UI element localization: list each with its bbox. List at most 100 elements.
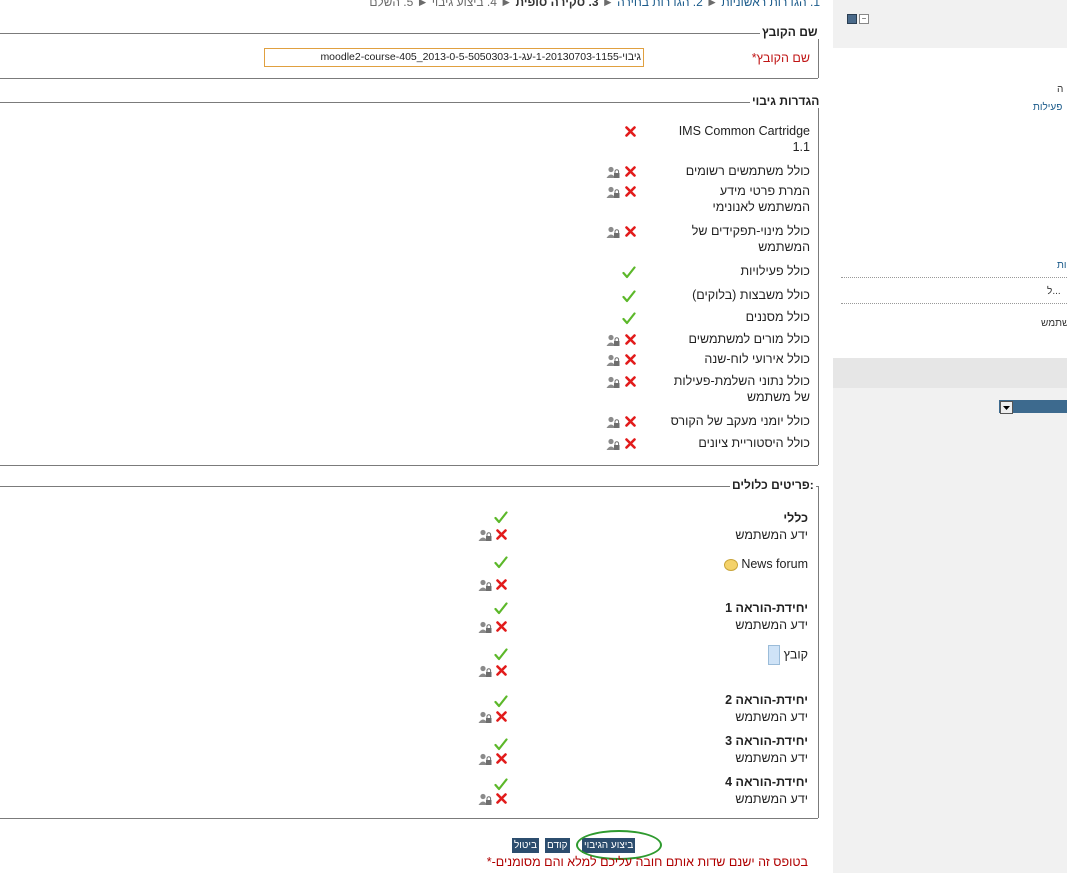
included-title: יחידת-הוראה 1 xyxy=(725,601,808,615)
checkmark-icon xyxy=(622,266,636,279)
user-lock-icon xyxy=(606,334,620,347)
user-lock-icon xyxy=(606,166,620,179)
forum-icon xyxy=(723,558,738,571)
checkmark-icon xyxy=(494,648,508,661)
side-text-a: ה xyxy=(1057,84,1064,95)
side-panel-content xyxy=(833,48,1067,358)
checkmark-icon xyxy=(494,556,508,569)
filename-label-row: שם הקובץ* xyxy=(700,50,810,66)
side-block-header xyxy=(833,358,1067,388)
included-title: יחידת-הוראה 3 xyxy=(725,734,808,748)
close-icon xyxy=(496,579,507,590)
breadcrumb-separator: ► xyxy=(706,0,719,9)
previous-button[interactable]: קודם xyxy=(545,838,570,853)
close-icon xyxy=(496,711,507,722)
included-title-text: קובץ xyxy=(783,647,808,662)
included-sub: ידע המשתמש xyxy=(735,618,808,632)
filename-label: שם הקובץ xyxy=(756,51,810,65)
included-title: News forum xyxy=(680,556,808,572)
breadcrumb-step-5: 5. השלם xyxy=(369,0,414,9)
included-title: קובץ xyxy=(700,645,808,665)
included-title: יחידת-הוראה 2 xyxy=(725,693,808,707)
user-lock-icon xyxy=(478,753,492,766)
checkmark-icon xyxy=(494,738,508,751)
user-lock-icon xyxy=(606,226,620,239)
side-panel-top xyxy=(833,0,1067,48)
included-items-legend: פריטים כלולים: xyxy=(730,478,816,492)
checkmark-icon xyxy=(622,312,636,325)
filename-input[interactable]: גיבוי-1-20130703-1155-עג-moodle2-course-… xyxy=(264,48,644,67)
close-icon xyxy=(625,438,636,449)
setting-label: כולל יומני מעקב של הקורס xyxy=(670,414,810,428)
breadcrumb-step-3: 3. סקירה סופית xyxy=(515,0,599,9)
dock-icon[interactable] xyxy=(847,14,857,24)
breadcrumb-separator: ► xyxy=(416,0,429,9)
chevron-down-icon xyxy=(1000,401,1013,414)
close-icon xyxy=(496,753,507,764)
side-link-activities[interactable]: פעילות xyxy=(1033,102,1062,113)
user-lock-icon xyxy=(478,579,492,592)
side-divider xyxy=(841,277,1067,278)
side-text-d: שתמש xyxy=(1041,318,1067,329)
setting-label: כולל מסננים xyxy=(745,310,810,324)
setting-label: כולל פעילויות xyxy=(740,264,810,278)
breadcrumb-step-4: 4. ביצוע גיבוי xyxy=(431,0,497,9)
setting-label: כולל משבצות (בלוקים) xyxy=(692,288,810,302)
close-icon xyxy=(625,166,636,177)
setting-label: כולל נתוני השלמת-פעילות של משתמש xyxy=(673,374,810,404)
side-panel: − ה פעילות ות ל... שתמש xyxy=(833,0,1067,873)
close-icon xyxy=(496,621,507,632)
user-lock-icon xyxy=(606,186,620,199)
checkmark-icon xyxy=(622,290,636,303)
user-lock-icon xyxy=(478,529,492,542)
side-link-b[interactable]: ות xyxy=(1057,260,1067,271)
setting-label: כולל משתמשים רשומים xyxy=(685,164,810,178)
user-lock-icon xyxy=(606,376,620,389)
included-title: כללי xyxy=(783,511,808,525)
filename-legend: שם הקובץ xyxy=(760,25,820,39)
collapse-icon[interactable]: − xyxy=(859,14,869,24)
user-lock-icon xyxy=(478,621,492,634)
setting-label: כולל מינוי-תפקידים של המשתמש xyxy=(691,224,810,254)
required-note: בטופס זה ישנם שדות אותם חובה עליכם למלא … xyxy=(486,855,808,869)
setting-label: המרת פרטי מידע המשתמש לאנונימי xyxy=(712,184,811,214)
side-select[interactable] xyxy=(999,400,1067,414)
close-icon xyxy=(496,665,507,676)
setting-label: IMS Common Cartridge 1.1 xyxy=(678,124,810,154)
close-icon xyxy=(625,226,636,237)
setting-label: כולל היסטוריית ציונים xyxy=(698,436,810,450)
user-lock-icon xyxy=(606,354,620,367)
included-sub: ידע המשתמש xyxy=(735,528,808,542)
user-lock-icon xyxy=(606,416,620,429)
setting-label: כולל אירועי לוח-שנה xyxy=(704,352,810,366)
side-text-c: ל... xyxy=(1047,286,1061,297)
included-sub: ידע המשתמש xyxy=(735,751,808,765)
breadcrumb-step-2[interactable]: 2. הגדרות בחירה xyxy=(617,0,703,9)
file-icon xyxy=(768,645,781,665)
close-icon xyxy=(625,416,636,427)
user-lock-icon xyxy=(606,438,620,451)
checkmark-icon xyxy=(494,778,508,791)
checkmark-icon xyxy=(494,602,508,615)
checkmark-icon xyxy=(494,511,508,524)
user-lock-icon xyxy=(478,793,492,806)
filename-value: גיבוי-1-20130703-1155-עג-moodle2-course-… xyxy=(320,51,641,63)
breadcrumb-separator: ► xyxy=(500,0,513,9)
close-icon xyxy=(496,529,507,540)
included-sub: ידע המשתמש xyxy=(735,792,808,806)
user-lock-icon xyxy=(478,711,492,724)
included-sub: ידע המשתמש xyxy=(735,710,808,724)
breadcrumb-step-1[interactable]: 1. הגדרות ראשוניות xyxy=(721,0,820,9)
breadcrumb: 1. הגדרות ראשוניות ► 2. הגדרות בחירה ► 3… xyxy=(40,0,820,11)
close-icon xyxy=(625,186,636,197)
close-icon xyxy=(625,126,636,137)
user-lock-icon xyxy=(478,665,492,678)
included-title-text: News forum xyxy=(741,557,808,571)
cancel-button[interactable]: ביטול xyxy=(512,838,540,853)
side-divider xyxy=(841,303,1067,304)
close-icon xyxy=(625,334,636,345)
backup-settings-legend: הגדרות גיבוי xyxy=(750,94,822,108)
close-icon xyxy=(625,376,636,387)
close-icon xyxy=(625,354,636,365)
setting-label: כולל מורים למשתמשים xyxy=(688,332,810,346)
